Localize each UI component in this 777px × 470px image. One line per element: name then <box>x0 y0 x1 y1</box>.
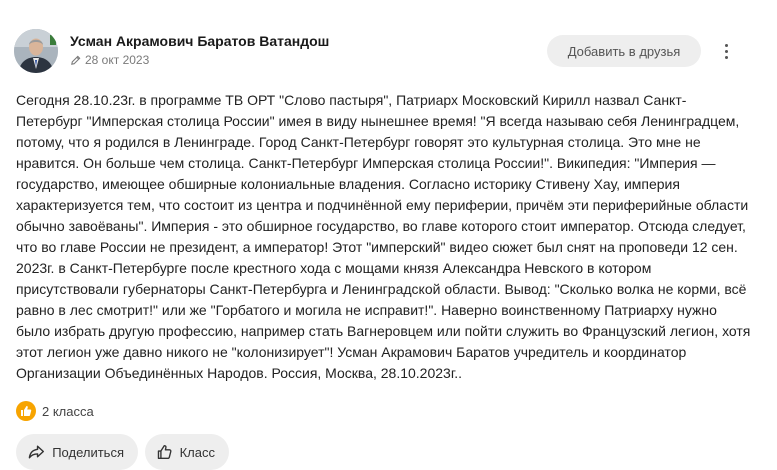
post-date-text: 28 окт 2023 <box>85 53 150 67</box>
post-text: Сегодня 28.10.23г. в программе ТВ ОРТ "С… <box>16 92 751 381</box>
like-button[interactable]: Класс <box>145 434 229 470</box>
thumbs-up-outline-icon <box>157 444 172 460</box>
avatar-photo <box>14 29 58 73</box>
reactions-summary[interactable]: 2 класса <box>16 401 94 421</box>
share-icon <box>28 445 45 459</box>
like-label: Класс <box>179 444 215 460</box>
reactions-count: 2 класса <box>42 403 94 419</box>
thumbs-up-icon <box>16 401 36 421</box>
add-friend-button[interactable]: Добавить в друзья <box>547 35 701 67</box>
post-card: Усман Акрамович Баратов Ватандош 28 окт … <box>0 0 777 470</box>
author-name[interactable]: Усман Акрамович Баратов Ватандош <box>70 33 329 49</box>
pencil-icon <box>71 55 81 65</box>
share-label: Поделиться <box>52 444 124 460</box>
post-date: 28 окт 2023 <box>70 53 149 67</box>
share-button[interactable]: Поделиться <box>16 434 138 470</box>
more-vertical-icon[interactable] <box>716 40 736 62</box>
avatar[interactable] <box>14 29 58 73</box>
